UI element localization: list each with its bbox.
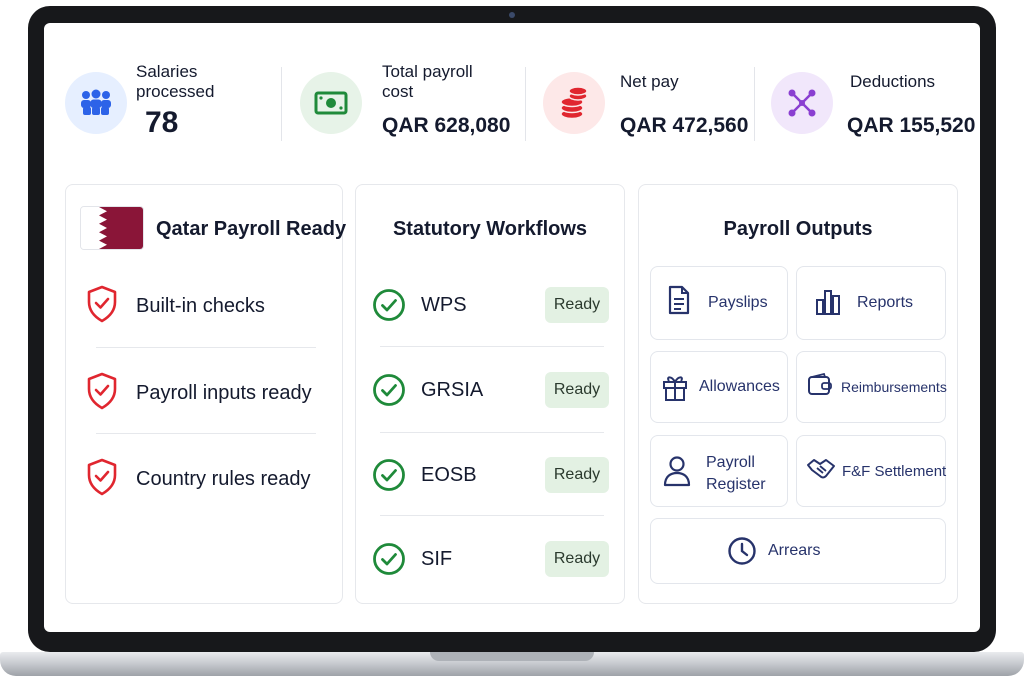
row-divider xyxy=(96,433,316,434)
network-icon xyxy=(771,72,833,134)
check-circle-icon xyxy=(372,542,406,581)
check-circle-icon xyxy=(372,373,406,412)
qatar-flag-icon xyxy=(80,206,144,250)
statutory-workflows-card: Statutory Workflows WPS Ready GRSIA Read… xyxy=(355,184,625,604)
card-title: Statutory Workflows xyxy=(392,218,588,240)
stat-label: processed xyxy=(136,82,215,101)
status-badge: Ready xyxy=(545,372,609,408)
status-badge: Ready xyxy=(545,457,609,493)
people-icon xyxy=(65,72,127,134)
qatar-payroll-card: Qatar Payroll Ready Built-in checks Payr… xyxy=(65,184,347,604)
row-divider xyxy=(380,346,604,347)
banknote-icon xyxy=(300,72,362,134)
workflow-name: WPS xyxy=(421,294,467,316)
stat-label: Net pay xyxy=(620,72,679,91)
tile-label: Payroll xyxy=(706,454,755,471)
tile-label: Reports xyxy=(857,294,914,311)
stat-label: Total payroll xyxy=(382,62,473,81)
row-divider xyxy=(380,515,604,516)
stat-net-pay[interactable]: Net pay QAR 472,560 xyxy=(543,70,763,142)
stat-value: 78 xyxy=(145,106,179,139)
stat-label: Deductions xyxy=(850,72,936,91)
stat-divider xyxy=(754,67,755,141)
stat-label: Salaries xyxy=(136,62,198,81)
stat-value: QAR 155,520 xyxy=(847,114,976,137)
workflow-name: SIF xyxy=(421,548,453,570)
card-title: Qatar Payroll Ready xyxy=(156,218,347,240)
camera-icon xyxy=(509,12,515,18)
payroll-dashboard: Salaries processed 78 Total payroll cost… xyxy=(44,23,980,632)
tile-label: Allowances xyxy=(699,378,780,395)
row-divider xyxy=(96,347,316,348)
stat-divider xyxy=(281,67,282,141)
card-title: Payroll Outputs xyxy=(723,218,873,240)
status-badge: Ready xyxy=(545,287,609,323)
handshake-icon xyxy=(806,456,836,487)
stat-divider xyxy=(525,67,526,141)
bar-chart-icon xyxy=(815,288,841,321)
tile-payslips[interactable]: Payslips xyxy=(650,266,788,340)
shield-check-icon xyxy=(86,285,118,328)
tile-arrears[interactable]: Arrears xyxy=(650,518,946,584)
tile-reports[interactable]: Reports xyxy=(796,266,946,340)
gift-icon xyxy=(662,372,688,407)
stat-label: cost xyxy=(382,82,414,101)
stat-total-payroll-cost[interactable]: Total payroll cost QAR 628,080 xyxy=(300,62,520,142)
coins-icon xyxy=(543,72,605,134)
stat-salaries-processed[interactable]: Salaries processed 78 xyxy=(65,62,265,142)
row-divider xyxy=(380,432,604,433)
check-item-label: Payroll inputs ready xyxy=(136,382,312,404)
tile-label: Reimbursements xyxy=(841,379,947,395)
tile-reimbursements[interactable]: Reimbursements xyxy=(796,351,947,423)
check-circle-icon xyxy=(372,288,406,327)
workflow-name: EOSB xyxy=(421,464,477,486)
tile-label: F&F Settlement xyxy=(842,463,947,480)
status-badge: Ready xyxy=(545,541,609,577)
document-icon xyxy=(668,285,690,320)
workflow-name: GRSIA xyxy=(421,379,484,401)
check-circle-icon xyxy=(372,458,406,497)
tile-label: Register xyxy=(706,476,766,493)
stat-deductions[interactable]: Deductions QAR 155,520 xyxy=(771,70,976,142)
tile-label: Payslips xyxy=(708,294,768,311)
tile-allowances[interactable]: Allowances xyxy=(650,351,788,423)
clock-icon xyxy=(727,536,757,571)
shield-check-icon xyxy=(86,458,118,501)
person-icon xyxy=(663,455,691,492)
wallet-icon xyxy=(807,372,833,402)
tile-ff-settlement[interactable]: F&F Settlement xyxy=(796,435,946,507)
tile-payroll-register[interactable]: Payroll Register xyxy=(650,435,788,507)
tile-label: Arrears xyxy=(768,542,821,559)
stat-value: QAR 628,080 xyxy=(382,114,511,137)
laptop-notch xyxy=(430,652,594,661)
shield-check-icon xyxy=(86,372,118,415)
stat-value: QAR 472,560 xyxy=(620,114,749,137)
check-item-label: Country rules ready xyxy=(136,468,311,490)
payroll-outputs-card: Payroll Outputs Payslips Reports Allowan… xyxy=(638,184,958,604)
check-item-label: Built-in checks xyxy=(136,295,265,317)
